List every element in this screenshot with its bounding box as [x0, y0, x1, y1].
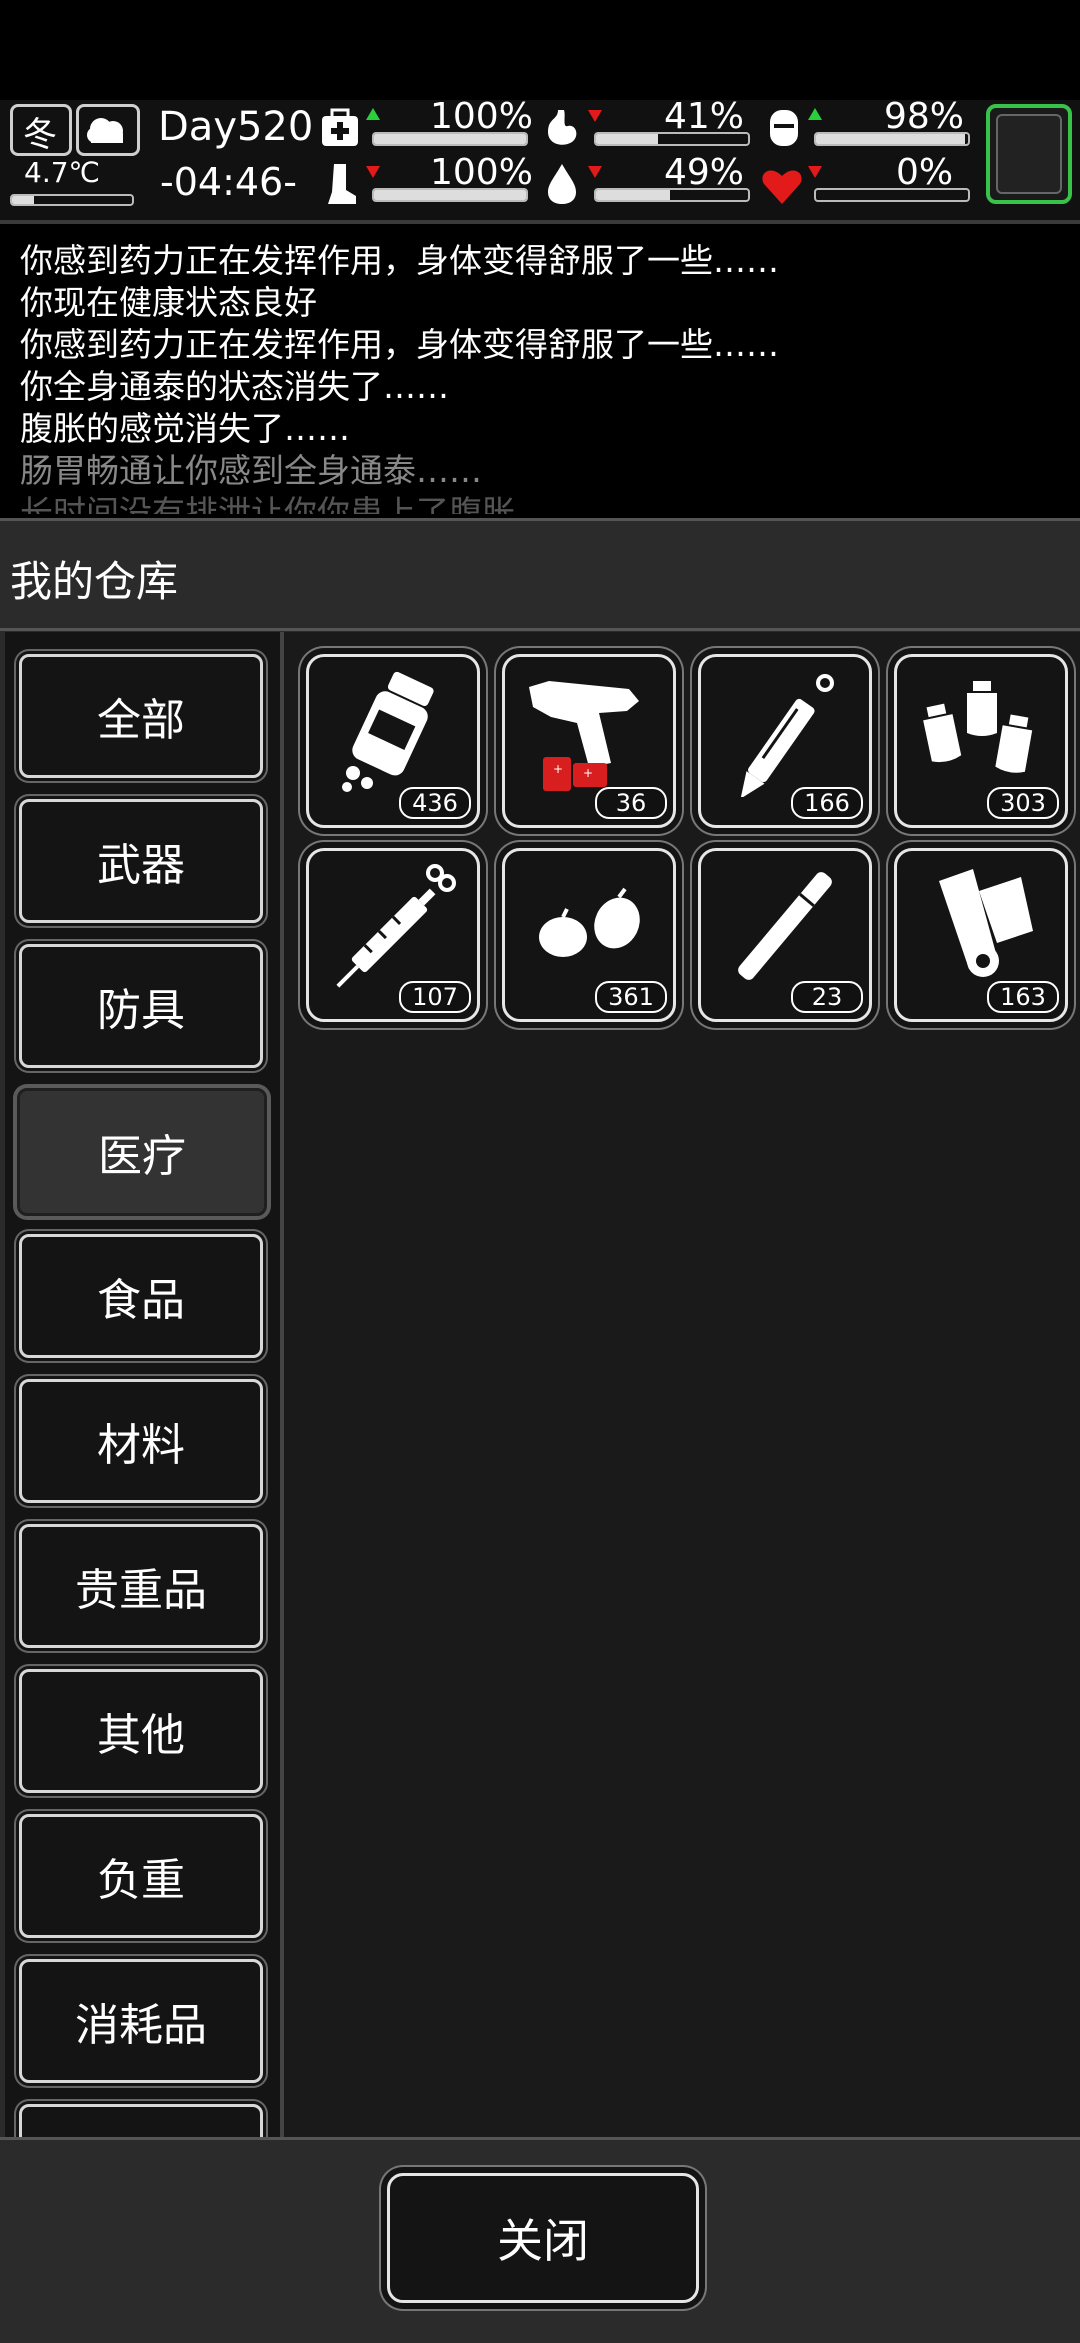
item-count: 303 — [987, 787, 1059, 819]
svg-text:+: + — [583, 766, 593, 780]
log-line: 你全身通泰的状态消失了…… — [20, 367, 449, 406]
heart-bar — [814, 188, 970, 202]
category-medical-button[interactable]: 医疗 — [17, 1088, 267, 1216]
status-hud: 冬 4.7℃ Day520 -04:46- 100% 41% 98% 100% … — [0, 96, 1080, 224]
category-materials-button[interactable]: 材料 — [19, 1379, 263, 1503]
category-all-button[interactable]: 全部 — [19, 654, 263, 778]
seeds-icon — [539, 887, 640, 957]
category-list[interactable]: 全部 武器 防具 医疗 食品 材料 贵重品 其他 负重 消耗品 — [5, 632, 284, 2137]
item-slot-pill-bottle[interactable]: 436 — [306, 654, 480, 828]
pill-bottle-icon — [342, 671, 434, 792]
category-valuables-button[interactable]: 贵重品 — [19, 1524, 263, 1648]
bandage-roll-icon — [939, 869, 1033, 977]
cigarette-icon — [738, 872, 832, 980]
stamina-bar — [372, 188, 528, 202]
temperature-value: 4.7℃ — [24, 156, 100, 189]
vials-icon — [923, 681, 1033, 773]
category-load-button[interactable]: 负重 — [19, 1814, 263, 1938]
scalpel-icon — [740, 674, 834, 797]
flare-gun-icon: + + — [529, 681, 639, 791]
season-label: 冬 — [23, 115, 57, 155]
log-line: 你感到药力正在发挥作用，身体变得舒服了一些…… — [20, 241, 779, 280]
leg-icon — [328, 164, 356, 204]
hunger-bar — [594, 132, 750, 146]
season-badge: 冬 — [10, 104, 72, 156]
log-line: 腹胀的感觉消失了…… — [20, 409, 350, 448]
item-count: 436 — [399, 787, 471, 819]
quick-slot[interactable] — [986, 104, 1072, 204]
item-slot-seeds[interactable]: 361 — [502, 848, 676, 1022]
pill-icon — [770, 110, 798, 146]
thirst-bar — [594, 188, 750, 202]
weather-icon — [76, 104, 140, 156]
item-slot-scalpel[interactable]: 166 — [698, 654, 872, 828]
game-time: -04:46- — [160, 160, 297, 204]
message-log[interactable]: 你感到药力正在发挥作用，身体变得舒服了一些…… 你现在健康状态良好 你感到药力正… — [0, 224, 1080, 514]
log-line: 肠胃畅通让你感到全身通泰…… — [20, 451, 482, 490]
health-value: 100% — [430, 96, 533, 137]
stamina-value: 100% — [430, 152, 533, 193]
item-slot-vials[interactable]: 303 — [894, 654, 1068, 828]
health-trend-up-icon — [366, 108, 380, 120]
item-count: 166 — [791, 787, 863, 819]
item-slot-cigarette[interactable]: 23 — [698, 848, 872, 1022]
heart-icon — [762, 170, 802, 204]
item-slot-syringe[interactable]: 107 — [306, 848, 480, 1022]
temperature-bar — [10, 194, 134, 206]
health-bar — [372, 132, 528, 146]
divider — [0, 628, 1080, 631]
item-count: 163 — [987, 981, 1059, 1013]
hunger-trend-down-icon — [588, 110, 602, 122]
medkit-icon — [322, 108, 358, 146]
heart-value: 0% — [896, 152, 954, 193]
category-weapons-button[interactable]: 武器 — [19, 799, 263, 923]
category-other-button[interactable]: 其他 — [19, 1669, 263, 1793]
panel-title: 我的仓库 — [10, 557, 179, 606]
log-line: 长时间没有排泄让你你患上了腹胀 — [20, 493, 515, 514]
mood-trend-up-icon — [808, 108, 822, 120]
item-count: 361 — [595, 981, 667, 1013]
category-consumables-button[interactable]: 消耗品 — [19, 1959, 263, 2083]
close-button[interactable]: 关闭 — [387, 2173, 699, 2303]
day-counter: Day520 — [158, 104, 314, 150]
item-slot-bandage-roll[interactable]: 163 — [894, 848, 1068, 1022]
stomach-icon — [548, 110, 577, 145]
item-count: 23 — [791, 981, 863, 1013]
water-drop-icon — [548, 164, 576, 204]
log-line: 你现在健康状态良好 — [20, 283, 317, 322]
system-status-bar — [0, 0, 1080, 100]
thirst-value: 49% — [664, 152, 745, 193]
item-count: 36 — [595, 787, 667, 819]
svg-text:+: + — [553, 762, 563, 776]
item-count: 107 — [399, 981, 471, 1013]
heart-trend-down-icon — [808, 166, 822, 178]
mood-value: 98% — [884, 96, 965, 137]
item-slot-flare-gun[interactable]: + + 36 — [502, 654, 676, 828]
stamina-trend-down-icon — [366, 166, 380, 178]
log-line: 你感到药力正在发挥作用，身体变得舒服了一些…… — [20, 325, 779, 364]
syringe-icon — [336, 864, 456, 988]
thirst-trend-down-icon — [588, 166, 602, 178]
hunger-value: 41% — [664, 96, 745, 137]
category-more-button[interactable] — [19, 2104, 263, 2137]
item-grid: 436 + + 36 166 303 107 361 23 163 — [284, 632, 1080, 2137]
category-armor-button[interactable]: 防具 — [19, 944, 263, 1068]
mood-bar — [814, 132, 970, 146]
category-food-button[interactable]: 食品 — [19, 1234, 263, 1358]
